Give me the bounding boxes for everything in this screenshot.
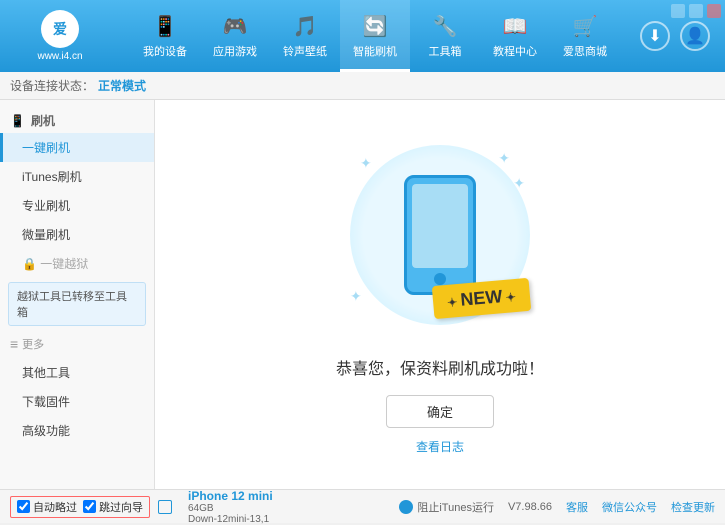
flash-section-label: 刷机 xyxy=(31,112,55,129)
nav-item-tutorial[interactable]: 📖 教程中心 xyxy=(480,0,550,72)
status-bar: 设备连接状态： 正常模式 xyxy=(0,72,725,100)
itunes-flash-label: iTunes刷机 xyxy=(22,170,82,184)
sidebar-item-advanced[interactable]: 高级功能 xyxy=(0,416,154,445)
sidebar-section-more: 更多 xyxy=(0,330,154,358)
phone-home-button xyxy=(434,273,446,285)
toolbox-icon: 🔧 xyxy=(433,14,458,39)
nav-label-my-device: 我的设备 xyxy=(143,43,187,59)
phone-screen xyxy=(412,184,468,268)
sidebar-item-micro-flash[interactable]: 微量刷机 xyxy=(0,220,154,249)
nav-label-tutorial: 教程中心 xyxy=(493,43,537,59)
ringtone-icon: 🎵 xyxy=(293,14,318,39)
version-label: V7.98.66 xyxy=(508,501,552,513)
skip-wizard-checkbox[interactable]: 跳过向导 xyxy=(83,499,143,515)
status-label: 设备连接状态： xyxy=(10,77,94,94)
sidebar-item-jailbreak: 🔒 一键越狱 xyxy=(0,249,154,278)
nav-item-toolbox[interactable]: 🔧 工具箱 xyxy=(410,0,480,72)
apple-store-icon: 🛒 xyxy=(573,14,598,39)
bottom-bar: 自动略过 跳过向导 iPhone 12 mini 64GB Down-12min… xyxy=(0,489,725,523)
nav-item-apple-store[interactable]: 🛒 爱思商城 xyxy=(550,0,620,72)
itunes-icon xyxy=(399,500,413,514)
logo-icon: 爱 xyxy=(41,10,79,48)
nav-item-apps-games[interactable]: 🎮 应用游戏 xyxy=(200,0,270,72)
device-info: iPhone 12 mini 64GB Down-12mini-13,1 xyxy=(188,489,273,525)
checkbox-group: 自动略过 跳过向导 xyxy=(10,496,150,518)
flash-section-icon: 📱 xyxy=(10,114,25,128)
sidebar-item-one-click-flash[interactable]: 一键刷机 xyxy=(0,133,154,162)
auto-skip-input[interactable] xyxy=(17,500,30,513)
main-layout: 📱 刷机 一键刷机 iTunes刷机 专业刷机 微量刷机 🔒 一键越狱 越狱工具… xyxy=(0,100,725,489)
nav-label-apps-games: 应用游戏 xyxy=(213,43,257,59)
sidebar-item-other-tools[interactable]: 其他工具 xyxy=(0,358,154,387)
skip-wizard-input[interactable] xyxy=(83,500,96,513)
device-icon xyxy=(158,500,172,514)
maximize-button[interactable] xyxy=(689,4,703,18)
confirm-button[interactable]: 确定 xyxy=(386,395,494,428)
content-area: ✦ ✦ ✦ ✦ NEW 恭喜您，保资料刷机成功啦！ 确定 查看日志 xyxy=(155,100,725,489)
sparkle-icon-1: ✦ xyxy=(360,155,372,172)
nav-item-my-device[interactable]: 📱 我的设备 xyxy=(130,0,200,72)
sidebar-item-itunes-flash[interactable]: iTunes刷机 xyxy=(0,162,154,191)
user-button[interactable]: 👤 xyxy=(680,21,710,51)
micro-flash-label: 微量刷机 xyxy=(22,228,70,242)
view-today-link[interactable]: 查看日志 xyxy=(416,438,464,455)
header-right-buttons: ⬇ 👤 xyxy=(640,21,710,51)
success-message: 恭喜您，保资料刷机成功啦！ xyxy=(336,355,544,379)
auto-skip-label: 自动略过 xyxy=(33,499,77,515)
advanced-label: 高级功能 xyxy=(22,424,70,438)
jailbreak-notice: 越狱工具已转移至工具箱 xyxy=(8,282,146,326)
apps-games-icon: 🎮 xyxy=(223,14,248,39)
app-header: 爱 www.i4.cn 📱 我的设备 🎮 应用游戏 🎵 铃声壁纸 🔄 智能刷机 … xyxy=(0,0,725,72)
close-button[interactable] xyxy=(707,4,721,18)
skip-wizard-label: 跳过向导 xyxy=(99,499,143,515)
one-click-flash-label: 一键刷机 xyxy=(22,141,70,155)
minimize-button[interactable] xyxy=(671,4,685,18)
nav-label-ringtone: 铃声壁纸 xyxy=(283,43,327,59)
device-storage: 64GB xyxy=(188,503,273,514)
nav-label-smart-flash: 智能刷机 xyxy=(353,43,397,59)
phone-body xyxy=(404,175,476,295)
more-section-label: 更多 xyxy=(22,336,44,352)
nav-bar: 📱 我的设备 🎮 应用游戏 🎵 铃声壁纸 🔄 智能刷机 🔧 工具箱 📖 教程中心… xyxy=(110,0,640,72)
pro-flash-label: 专业刷机 xyxy=(22,199,70,213)
bottom-right-area: 阻止iTunes运行 V7.98.66 客服 微信公众号 检查更新 xyxy=(399,499,715,515)
other-tools-label: 其他工具 xyxy=(22,366,70,380)
download-button[interactable]: ⬇ xyxy=(640,21,670,51)
smart-flash-icon: 🔄 xyxy=(363,14,388,39)
window-controls xyxy=(671,4,721,18)
customer-service-link[interactable]: 客服 xyxy=(566,499,588,515)
sparkle-icon-4: ✦ xyxy=(513,175,525,192)
sparkle-icon-2: ✦ xyxy=(498,150,510,167)
status-value: 正常模式 xyxy=(98,77,146,94)
tutorial-icon: 📖 xyxy=(503,14,528,39)
sparkle-icon-3: ✦ xyxy=(350,288,362,305)
logo-subtitle: www.i4.cn xyxy=(37,51,82,62)
bottom-left-area: 自动略过 跳过向导 iPhone 12 mini 64GB Down-12min… xyxy=(10,489,273,525)
itunes-label: 阻止iTunes运行 xyxy=(417,499,494,515)
itunes-status: 阻止iTunes运行 xyxy=(399,499,494,515)
download-firmware-label: 下载固件 xyxy=(22,395,70,409)
sidebar-section-flash: 📱 刷机 xyxy=(0,108,154,133)
auto-skip-checkbox[interactable]: 自动略过 xyxy=(17,499,77,515)
sidebar-item-download-firmware[interactable]: 下载固件 xyxy=(0,387,154,416)
sidebar-item-pro-flash[interactable]: 专业刷机 xyxy=(0,191,154,220)
check-update-link[interactable]: 检查更新 xyxy=(671,499,715,515)
wechat-public-link[interactable]: 微信公众号 xyxy=(602,499,657,515)
device-name: iPhone 12 mini xyxy=(188,489,273,503)
nav-label-apple-store: 爱思商城 xyxy=(563,43,607,59)
app-logo: 爱 www.i4.cn xyxy=(10,10,110,62)
jailbreak-label: 一键越狱 xyxy=(40,257,88,271)
nav-label-toolbox: 工具箱 xyxy=(429,43,462,59)
sidebar: 📱 刷机 一键刷机 iTunes刷机 专业刷机 微量刷机 🔒 一键越狱 越狱工具… xyxy=(0,100,155,489)
nav-item-ringtone[interactable]: 🎵 铃声壁纸 xyxy=(270,0,340,72)
my-device-icon: 📱 xyxy=(153,14,178,39)
nav-item-smart-flash[interactable]: 🔄 智能刷机 xyxy=(340,0,410,72)
phone-illustration: ✦ ✦ ✦ ✦ NEW xyxy=(340,135,540,335)
